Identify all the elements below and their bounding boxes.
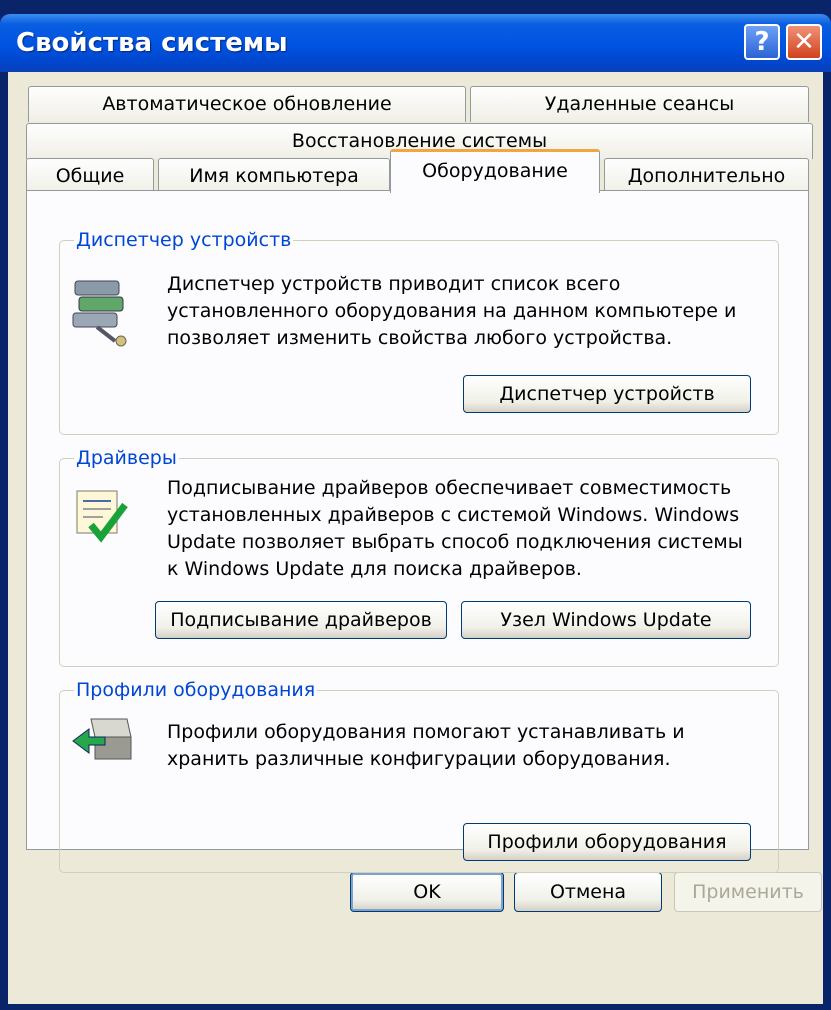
device-manager-desc-2: установленного оборудования на данном ко… (167, 300, 737, 322)
drivers-desc-3: Update позволяет выбрать способ подключе… (167, 531, 743, 553)
group-legend: Диспетчер устройств (76, 229, 292, 251)
group-legend: Драйверы (76, 447, 177, 469)
tab-label: Оборудование (422, 160, 568, 182)
window-title: Свойства системы (16, 28, 288, 58)
tab-automatic-updates[interactable]: Автоматическое обновление (28, 86, 466, 122)
hardware-profiles-desc-2: хранить различные конфигурации оборудова… (167, 748, 671, 770)
drivers-desc-2: установленных драйверов с системой Windo… (167, 504, 740, 526)
dialog-client-area: Автоматическое обновление Удаленные сеан… (8, 72, 823, 1004)
device-manager-desc-3: позволяет изменить свойства любого устро… (167, 327, 673, 349)
tab-remote-sessions[interactable]: Удаленные сеансы (470, 86, 809, 122)
hardware-profiles-desc-1: Профили оборудования помогают устанавлив… (167, 721, 685, 743)
driver-signing-button[interactable]: Подписывание драйверов (155, 601, 447, 639)
drivers-desc-4: к Windows Update для поиска драйверов. (167, 558, 582, 580)
hardware-tab-page: Диспетчер устройств Диспетчер устройств … (26, 190, 809, 873)
drivers-desc-1: Подписывание драйверов обеспечивает совм… (167, 477, 732, 499)
tab-label: Общие (55, 165, 125, 187)
close-icon: ✕ (793, 27, 815, 57)
tab-hardware[interactable]: Оборудование (390, 149, 600, 193)
device-manager-desc-1: Диспетчер устройств приводит список всег… (167, 273, 621, 295)
tab-computer-name[interactable]: Имя компьютера (158, 158, 390, 194)
title-bar[interactable]: Свойства системы ? ✕ (0, 14, 831, 72)
hardware-profiles-button[interactable]: Профили оборудования (463, 823, 751, 861)
windows-update-button[interactable]: Узел Windows Update (461, 601, 751, 639)
tab-label: Удаленные сеансы (544, 93, 735, 115)
group-legend: Профили оборудования (76, 679, 316, 701)
tab-label: Имя компьютера (189, 165, 359, 187)
close-button[interactable]: ✕ (786, 24, 822, 60)
device-manager-button[interactable]: Диспетчер устройств (463, 375, 751, 413)
apply-button[interactable]: Применить (674, 872, 822, 912)
tab-label: Автоматическое обновление (102, 93, 392, 115)
tab-advanced[interactable]: Дополнительно (604, 158, 809, 194)
driver-signing-icon (76, 490, 128, 543)
device-manager-icon (72, 280, 127, 347)
system-properties-window: Свойства системы ? ✕ Автоматическое обно… (0, 0, 831, 1010)
tab-label: Дополнительно (627, 165, 786, 187)
ok-button[interactable]: OK (350, 872, 504, 912)
hardware-profiles-icon (72, 718, 132, 760)
cancel-button[interactable]: Отмена (514, 872, 662, 912)
help-button[interactable]: ? (744, 24, 780, 60)
help-icon: ? (754, 27, 770, 57)
tab-general[interactable]: Общие (26, 158, 154, 194)
